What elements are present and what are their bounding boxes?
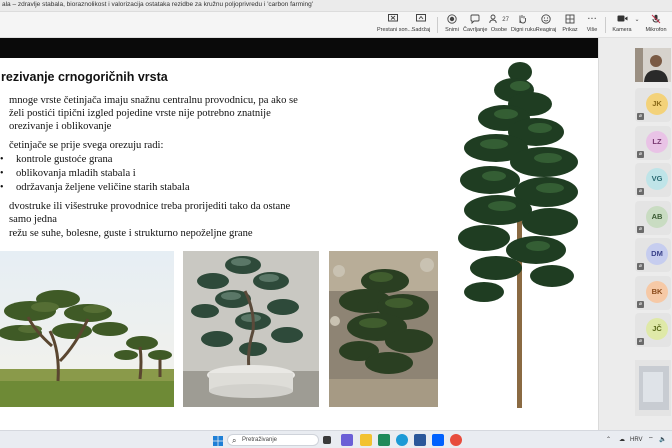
- bonsai-pine-photo: [183, 251, 319, 407]
- bullet-marker: •: [0, 182, 4, 193]
- raise-hand-icon: [511, 14, 533, 26]
- participant-tile-jk[interactable]: JK ⌀: [635, 88, 671, 122]
- stop-share-icon: [377, 14, 409, 26]
- view-button[interactable]: Prikaz: [559, 14, 581, 36]
- slide-text-line: želi postići tipični izgled pojedine vrs…: [9, 108, 271, 119]
- edge-icon[interactable]: [396, 434, 408, 446]
- mic-muted-icon: ⌀: [637, 188, 644, 195]
- chrome-icon[interactable]: [450, 434, 462, 446]
- people-count: 27: [502, 17, 509, 23]
- stop-sharing-button[interactable]: Prestani son...: [377, 14, 412, 36]
- avatar: VG: [646, 168, 668, 190]
- window-title: ala – zdravlje stabala, bioraznolikost i…: [2, 1, 314, 8]
- slide-text-line: režu se suhe, bolesne, guste i strukturn…: [9, 228, 253, 239]
- avatar: BK: [646, 281, 668, 303]
- participant-video: [635, 48, 671, 82]
- record-icon: [443, 14, 461, 26]
- people-button[interactable]: 27 Osobe: [489, 14, 509, 36]
- search-placeholder: Pretraživanje: [242, 437, 278, 443]
- excel-icon[interactable]: [378, 434, 390, 446]
- window-title-bar: ala – zdravlje stabala, bioraznolikost i…: [0, 0, 672, 12]
- word-icon[interactable]: [414, 434, 426, 446]
- language-indicator[interactable]: HRV: [630, 434, 643, 446]
- participant-tile-ab[interactable]: AB ⌀: [635, 201, 671, 235]
- camera-options-chevron[interactable]: ⌄: [634, 14, 640, 36]
- slide-title: rezivanje crnogoričnih vrsta: [1, 70, 168, 84]
- slide-text-line: mnoge vrste četinjača imaju snažnu centr…: [9, 95, 298, 106]
- bullet-item: kontrole gustoće grana: [16, 154, 113, 165]
- meeting-toolbar: Prestani son... Sadržaj Snimi Čavrljanje…: [0, 12, 672, 38]
- raise-hand-button[interactable]: Digni ruku: [511, 14, 536, 36]
- tray-chevron-up-icon[interactable]: ⌃: [606, 434, 611, 446]
- react-button[interactable]: Reagiraj: [535, 14, 557, 36]
- bullet-marker: •: [0, 168, 4, 179]
- chat-icon: [463, 14, 487, 26]
- teams-icon[interactable]: [341, 434, 353, 446]
- toolbar-divider: [605, 17, 606, 33]
- record-button[interactable]: Snimi: [443, 14, 461, 36]
- avatar: AB: [646, 206, 668, 228]
- view-icon: [559, 14, 581, 26]
- more-icon: ···: [587, 14, 597, 25]
- participant-tile-jc[interactable]: JČ ⌀: [635, 313, 671, 347]
- slide-text-line: četinjače se prije svega orezuju radi:: [9, 140, 164, 151]
- tray-cloud-icon[interactable]: ☁: [619, 434, 625, 446]
- presentation-slide: rezivanje crnogoričnih vrsta mnoge vrste…: [0, 58, 598, 445]
- search-icon: ⌕: [232, 436, 237, 445]
- mic-muted-icon: ⌀: [637, 151, 644, 158]
- avatar: LZ: [646, 131, 668, 153]
- participant-video-tile[interactable]: [635, 360, 671, 416]
- file-explorer-icon[interactable]: [360, 434, 372, 446]
- dropbox-icon[interactable]: [432, 434, 444, 446]
- dwarf-pine-photo: [329, 251, 438, 407]
- bullet-item: oblikovanja mladih stabala i: [16, 168, 136, 179]
- chevron-down-icon: ⌄: [634, 16, 640, 23]
- participant-tile-dm[interactable]: DM ⌀: [635, 238, 671, 272]
- slide-text-line: dvostruke ili višestruke provodnice treb…: [9, 201, 291, 212]
- participants-panel: JK ⌀ LZ ⌀ VG ⌀ AB ⌀ DM ⌀ BK ⌀ JČ ⌀: [598, 38, 672, 430]
- screen: ala – zdravlje stabala, bioraznolikost i…: [0, 0, 672, 448]
- mic-muted-icon: ⌀: [637, 338, 644, 345]
- microphone-icon: [643, 14, 669, 26]
- more-button[interactable]: ··· Više: [583, 14, 601, 36]
- people-icon: 27: [489, 14, 509, 26]
- task-view-icon[interactable]: [323, 436, 331, 444]
- microphone-button[interactable]: Mikrofon: [643, 14, 669, 36]
- mic-muted-icon: ⌀: [637, 263, 644, 270]
- toolbar-divider: [437, 17, 438, 33]
- bullet-marker: •: [0, 154, 4, 165]
- slide-text-line: orezivanje i oblikovanje: [9, 121, 112, 132]
- mic-muted-icon: ⌀: [637, 113, 644, 120]
- participant-tile-vg[interactable]: VG ⌀: [635, 163, 671, 197]
- mic-muted-icon: ⌀: [637, 301, 644, 308]
- react-icon: [535, 14, 557, 26]
- camera-button[interactable]: Kamera: [611, 14, 633, 36]
- taskbar-search[interactable]: ⌕ Pretraživanje: [227, 434, 319, 446]
- participant-video: [635, 360, 671, 416]
- windows-start-icon[interactable]: [212, 434, 224, 446]
- camera-icon: [611, 14, 633, 26]
- avatar: JK: [646, 93, 668, 115]
- shared-screen: rezivanje crnogoričnih vrsta mnoge vrste…: [0, 38, 598, 445]
- share-content-button[interactable]: Sadržaj: [411, 14, 431, 36]
- windows-taskbar: ⌕ Pretraživanje ⌃ ☁ HRV ⌔ 🔈: [0, 430, 672, 448]
- avatar: DM: [646, 243, 668, 265]
- volume-icon[interactable]: 🔈: [659, 434, 666, 446]
- mic-muted-icon: ⌀: [637, 226, 644, 233]
- chat-button[interactable]: Čavrljanje: [463, 14, 487, 36]
- share-content-icon: [411, 14, 431, 26]
- participant-tile-lz[interactable]: LZ ⌀: [635, 126, 671, 160]
- participant-video-tile[interactable]: [635, 48, 671, 82]
- pine-grove-photo: [0, 251, 174, 407]
- network-icon[interactable]: ⌔: [648, 434, 654, 446]
- tall-pine-illustration: [454, 62, 584, 408]
- bullet-item: održavanja željene veličine starih staba…: [16, 182, 190, 193]
- slide-text-line: samo jedna: [9, 214, 57, 225]
- participant-tile-bk[interactable]: BK ⌀: [635, 276, 671, 310]
- avatar: JČ: [646, 318, 668, 340]
